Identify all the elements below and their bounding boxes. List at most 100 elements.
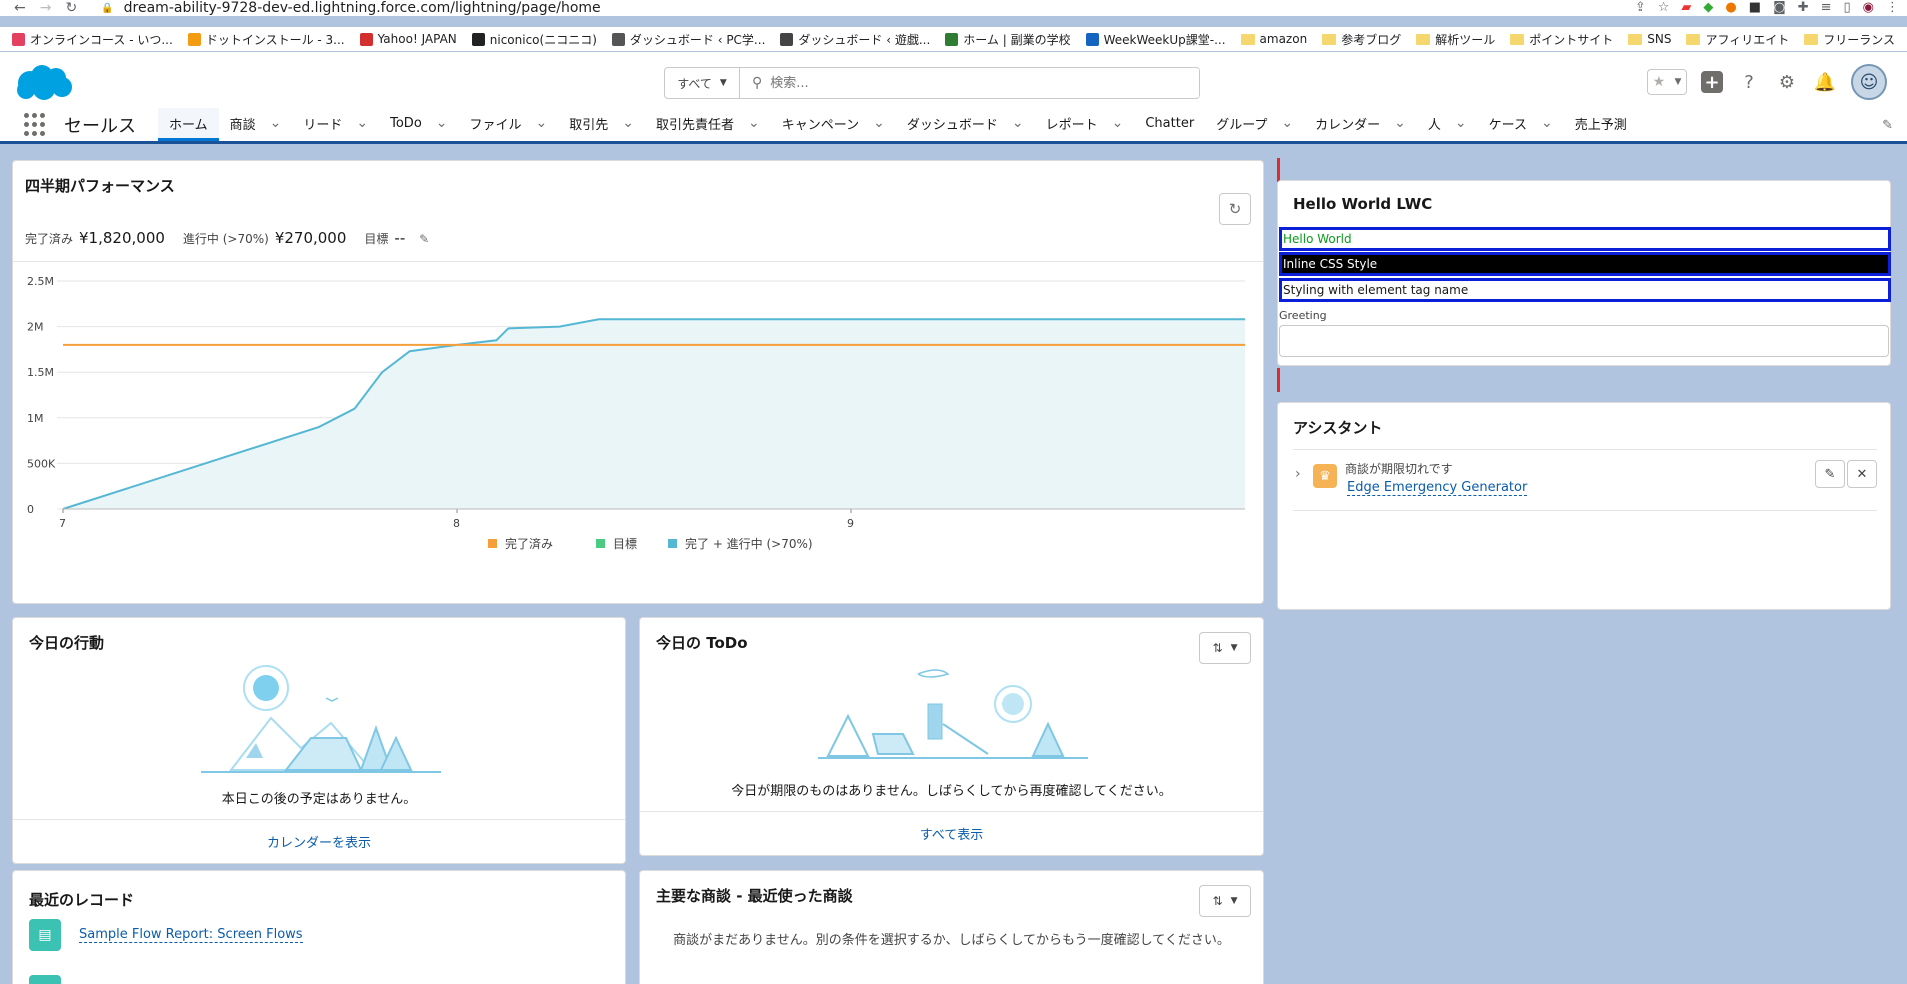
bookmark-item[interactable]: niconico(ニコニコ) xyxy=(471,31,597,48)
bookmark-item[interactable]: オンラインコース - いつ... xyxy=(12,31,173,48)
view-all-link[interactable]: すべて表示 xyxy=(640,811,1263,855)
nav-tab[interactable]: 取引先 ⌄ xyxy=(558,108,645,141)
recent-record-link[interactable]: Sample Flow Report: Screen Flows xyxy=(79,927,303,943)
nav-tab[interactable]: 人 ⌄ xyxy=(1417,108,1478,141)
nav-tab-label: 取引先責任者 xyxy=(656,117,735,133)
nav-tab-label: ホーム xyxy=(169,117,208,133)
nav-tab[interactable]: 取引先責任者 ⌄ xyxy=(645,108,771,141)
chevron-down-icon[interactable]: ⌄ xyxy=(1541,115,1553,131)
nav-tab[interactable]: リード ⌄ xyxy=(292,108,379,141)
bookmark-item[interactable]: amazon xyxy=(1240,32,1307,46)
edit-nav-pencil-icon[interactable]: ✎ xyxy=(1882,118,1893,133)
setup-gear-icon[interactable]: ⚙ xyxy=(1775,70,1799,94)
refresh-button[interactable]: ↻ xyxy=(1219,193,1251,225)
bookmark-item[interactable]: フリーランス xyxy=(1804,31,1895,48)
record-icon xyxy=(29,975,61,984)
bookmark-label: 解析ツール xyxy=(1435,32,1496,47)
app-launcher-icon[interactable] xyxy=(24,112,48,137)
bookmark-item[interactable]: ダッシュボード ‹ 遊戯... xyxy=(780,31,930,48)
nav-tab[interactable]: カレンダー ⌄ xyxy=(1304,108,1417,141)
chevron-down-icon[interactable]: ⌄ xyxy=(1112,115,1124,131)
url-field[interactable]: 🔒 dream-ability-9728-dev-ed.lightning.fo… xyxy=(101,0,600,16)
puzzle-icon[interactable]: ✚ xyxy=(1798,0,1809,15)
notifications-bell-icon[interactable]: 🔔 xyxy=(1813,70,1837,94)
chevron-down-icon[interactable]: ⌄ xyxy=(436,115,448,131)
chevron-down-icon[interactable]: ⌄ xyxy=(1394,115,1406,131)
nav-tab[interactable]: キャンペーン ⌄ xyxy=(771,108,896,141)
chevron-down-icon[interactable]: ⌄ xyxy=(1455,115,1467,131)
today-events-card: 今日の行動 本日この後の予定はありません。 カレンダーを表示 xyxy=(12,617,626,864)
nav-tab[interactable]: 売上予測 xyxy=(1564,108,1638,141)
chevron-down-icon[interactable]: ⌄ xyxy=(1012,115,1024,131)
close-icon: ✕ xyxy=(1856,466,1868,482)
view-calendar-link[interactable]: カレンダーを表示 xyxy=(13,819,625,863)
card-title: 最近のレコード xyxy=(29,891,135,909)
greeting-input[interactable] xyxy=(1279,325,1889,357)
extension-icon[interactable]: ● xyxy=(1725,0,1736,15)
nav-tab[interactable]: Chatter xyxy=(1134,108,1205,141)
nav-tab[interactable]: グループ ⌄ xyxy=(1205,108,1304,141)
search-input[interactable] xyxy=(762,69,1199,97)
nav-tab[interactable]: 商談 ⌄ xyxy=(219,108,293,141)
bookmark-item[interactable]: WeekWeekUp課堂-... xyxy=(1085,31,1226,48)
chevron-down-icon[interactable]: ⌄ xyxy=(1281,115,1293,131)
bookmark-item[interactable]: SNS xyxy=(1628,32,1671,46)
bookmark-item[interactable]: 参考ブログ xyxy=(1322,31,1401,48)
bookmark-label: ダッシュボード ‹ PC学... xyxy=(629,32,766,47)
dismiss-button[interactable]: ✕ xyxy=(1847,460,1877,488)
chevron-down-icon[interactable]: ⌄ xyxy=(622,115,634,131)
sort-menu-button[interactable]: ⇅ ▼ xyxy=(1199,885,1251,917)
profile-icon[interactable]: ◉ xyxy=(1863,0,1874,15)
back-icon[interactable]: ← xyxy=(14,0,26,16)
bookmark-item[interactable]: 解析ツール xyxy=(1416,31,1495,48)
chevron-right-icon[interactable]: › xyxy=(1295,466,1301,482)
nav-tab[interactable]: ケース ⌄ xyxy=(1478,108,1564,141)
bookmark-item[interactable]: ドットインストール - 3... xyxy=(187,31,345,48)
menu-icon[interactable]: ⋮ xyxy=(1886,0,1899,15)
salesforce-logo[interactable] xyxy=(14,63,74,101)
sort-menu-button[interactable]: ⇅ ▼ xyxy=(1199,632,1251,664)
camera-icon[interactable]: ◙ xyxy=(1773,0,1786,15)
bookmark-item[interactable]: ホーム | 副業の学校 xyxy=(945,31,1071,48)
nav-tab[interactable]: ホーム xyxy=(158,108,219,141)
extension-icon[interactable]: ■ xyxy=(1749,0,1761,15)
performance-chart: 0 500K 1M 1.5M 2M 2.5M 7 8 9 完了済み 目標 完了 + 進行中 (>70%… xyxy=(27,275,1245,551)
help-icon[interactable]: ? xyxy=(1737,70,1761,94)
sidepanel-icon[interactable]: ▯ xyxy=(1844,0,1851,15)
folder-icon xyxy=(1240,33,1255,45)
chevron-down-icon[interactable]: ⌄ xyxy=(536,115,548,131)
list-icon[interactable]: ≡ xyxy=(1821,0,1832,15)
element-tag-style-text: Styling with element tag name xyxy=(1279,278,1891,302)
extension-icon[interactable]: ▰ xyxy=(1681,0,1691,15)
nav-tab[interactable]: ファイル ⌄ xyxy=(459,108,559,141)
highlight-bar xyxy=(1277,368,1280,392)
site-favicon-icon xyxy=(359,32,373,46)
share-icon[interactable]: ⇪ xyxy=(1635,0,1646,15)
chevron-down-icon[interactable]: ⌄ xyxy=(748,115,760,131)
bookmark-item[interactable]: Yahoo! JAPAN xyxy=(359,32,457,46)
opportunity-link[interactable]: Edge Emergency Generator xyxy=(1347,480,1528,496)
reload-icon[interactable]: ↻ xyxy=(65,0,77,16)
user-avatar[interactable]: ☺ xyxy=(1851,64,1887,100)
search-scope-select[interactable]: すべて ▼ xyxy=(665,68,740,98)
extension-icon[interactable]: ◆ xyxy=(1703,0,1713,15)
nav-tab[interactable]: ダッシュボード ⌄ xyxy=(896,108,1035,141)
chevron-down-icon[interactable]: ⌄ xyxy=(873,115,885,131)
nav-tab[interactable]: ToDo ⌄ xyxy=(379,108,458,141)
chevron-down-icon[interactable]: ⌄ xyxy=(270,115,282,131)
bookmark-item[interactable]: アフィリエイト xyxy=(1686,31,1789,48)
edit-button[interactable]: ✎ xyxy=(1815,460,1845,488)
forward-icon[interactable]: → xyxy=(40,0,52,16)
star-icon[interactable]: ☆ xyxy=(1658,0,1670,15)
nav-tab[interactable]: レポート ⌄ xyxy=(1035,108,1135,141)
card-title: 今日の ToDo xyxy=(656,634,748,652)
chevron-down-icon[interactable]: ⌄ xyxy=(356,115,368,131)
camping-illustration xyxy=(201,665,441,773)
global-actions-button[interactable]: + xyxy=(1701,71,1723,93)
url-text[interactable]: dream-ability-9728-dev-ed.lightning.forc… xyxy=(124,0,601,16)
edit-goal-pencil-icon[interactable]: ✎ xyxy=(419,232,429,246)
favorites-button[interactable]: ★ ▼ xyxy=(1647,69,1687,95)
browser-address-bar: ← → ↻ 🔒 dream-ability-9728-dev-ed.lightn… xyxy=(0,0,1907,16)
bookmark-item[interactable]: ポイントサイト xyxy=(1510,31,1613,48)
bookmark-item[interactable]: ダッシュボード ‹ PC学... xyxy=(611,31,766,48)
